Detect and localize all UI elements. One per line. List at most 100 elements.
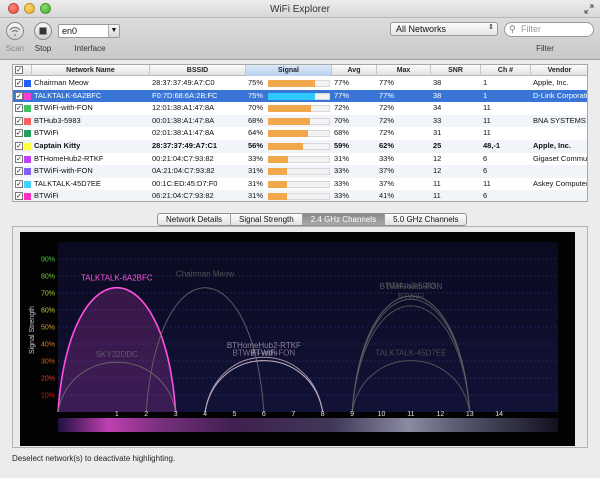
tab-network-details[interactable]: Network Details xyxy=(158,214,232,225)
scan-label: Scan xyxy=(5,44,25,53)
table-row[interactable]: ✓ TALKTALK-6A2BFC F0:7D:68:6A:2B:FC 75% 77% 7… xyxy=(13,89,587,103)
series-label: BTWiFi xyxy=(398,292,424,301)
cell-ch: 11 xyxy=(483,178,491,188)
cell-name: TALKTALK-6A2BFC xyxy=(34,90,102,100)
signal-bar xyxy=(268,155,289,163)
status-text: Deselect network(s) to deactivate highli… xyxy=(12,454,176,463)
cell-bssid: 02:01:38:A1:47:8A xyxy=(152,128,215,138)
col-select-all[interactable]: ✓ xyxy=(13,65,32,76)
cell-ch: 48,-1 xyxy=(483,141,501,150)
table-row[interactable]: ✓ BTHub3-5983 00:01:38:A1:47:8A 68% 70% 72% 33… xyxy=(13,114,587,128)
table-row[interactable]: ✓ Chairman Meow 28:37:37:49:A7:C0 75% 77% 77%… xyxy=(13,77,587,90)
interface-combo[interactable]: en0 ▼ xyxy=(58,24,120,38)
col-network-name[interactable]: Network Name xyxy=(32,65,150,76)
cell-signal: 33% xyxy=(248,153,264,163)
row-checkbox[interactable]: ✓ xyxy=(15,104,23,113)
signal-bar xyxy=(268,143,303,150)
x-tick-label: 4 xyxy=(203,411,207,418)
col-vendor[interactable]: Vendor xyxy=(531,65,587,76)
cell-snr: 12 xyxy=(433,166,442,176)
table-row[interactable]: ✓ BTWiFi-with-FON 0A:21:04:C7:93:82 31% 33% 3… xyxy=(13,165,587,178)
table-row[interactable]: ✓ TALKTALK-45D7EE 00:1C:ED:45:D7:F0 31% 33% 3… xyxy=(13,178,587,191)
y-tick-label: 80% xyxy=(41,274,55,281)
network-color-swatch[interactable] xyxy=(24,117,31,125)
cell-avg: 77% xyxy=(334,90,350,100)
y-tick-label: 20% xyxy=(41,376,55,383)
select-all-checkbox[interactable]: ✓ xyxy=(15,66,23,74)
table-row[interactable]: ✓ BTHomeHub2-RTKF 00:21:04:C7:93:82 33% 31% 3… xyxy=(13,153,587,166)
series-label: BTHub3-5983 xyxy=(386,281,436,290)
cell-name: BTWiFi xyxy=(34,191,59,201)
network-color-swatch[interactable] xyxy=(24,105,31,113)
row-checkbox[interactable]: ✓ xyxy=(15,79,23,87)
y-tick-label: 50% xyxy=(41,325,55,332)
tab-5-0-ghz-channels[interactable]: 5.0 GHz Channels xyxy=(385,214,467,225)
cell-ch: 6 xyxy=(483,191,488,201)
table-row[interactable]: ✓ Captain Kitty 28:37:37:49:A7:C1 56% 59% 62%… xyxy=(13,140,587,153)
network-color-swatch[interactable] xyxy=(24,130,31,138)
y-tick-label: 40% xyxy=(41,342,55,349)
networks-table[interactable]: ✓ Network Name BSSID Signal Avg Max SNR … xyxy=(12,64,588,202)
row-checkbox[interactable]: ✓ xyxy=(15,179,23,188)
cell-max: 72% xyxy=(379,115,395,125)
x-tick-label: 13 xyxy=(466,411,474,418)
cell-snr: 31 xyxy=(433,128,442,138)
y-axis-label: Signal Strength xyxy=(29,306,36,354)
cell-name: Captain Kitty xyxy=(34,141,81,150)
row-checkbox[interactable]: ✓ xyxy=(15,167,23,176)
updown-arrows-icon: ⇕ xyxy=(488,24,494,31)
row-checkbox[interactable]: ✓ xyxy=(15,192,23,201)
col-signal[interactable]: Signal xyxy=(246,65,332,76)
x-tick-label: 12 xyxy=(436,411,444,418)
cell-bssid: 28:37:37:49:A7:C0 xyxy=(152,78,215,87)
table-row[interactable]: ✓ BTWiFi 02:01:38:A1:47:8A 64% 68% 72% 31 11 xyxy=(13,127,587,140)
stop-label: Stop xyxy=(34,44,52,53)
tab-2-4-ghz-channels[interactable]: 2.4 GHz Channels xyxy=(302,214,386,225)
channel-chart: TALKTALK-6A2BFC Chairman Meow SKY32DDC BTWi… xyxy=(20,232,575,446)
signal-bar xyxy=(268,193,288,201)
col-avg[interactable]: Avg xyxy=(332,65,377,76)
table-row[interactable]: ✓ BTWiFi-with-FON 12:01:38:A1:47:8A 70% 72% 7… xyxy=(13,102,587,115)
row-checkbox[interactable]: ✓ xyxy=(15,116,23,125)
cell-avg: 33% xyxy=(334,166,350,176)
stop-button[interactable] xyxy=(34,22,52,40)
cell-snr: 12 xyxy=(433,153,442,163)
cell-ch: 11 xyxy=(483,115,491,125)
cell-snr: 38 xyxy=(433,90,442,100)
row-checkbox[interactable]: ✓ xyxy=(15,91,23,100)
col-channel[interactable]: Ch # xyxy=(481,65,531,76)
cell-snr: 38 xyxy=(433,78,442,87)
col-bssid[interactable]: BSSID xyxy=(150,65,246,76)
network-color-swatch[interactable] xyxy=(24,193,31,201)
row-checkbox[interactable]: ✓ xyxy=(15,154,23,163)
network-color-swatch[interactable] xyxy=(24,80,31,87)
row-checkbox[interactable]: ✓ xyxy=(15,129,23,138)
x-tick-label: 6 xyxy=(262,411,266,418)
col-max[interactable]: Max xyxy=(377,65,431,76)
fullscreen-icon[interactable] xyxy=(584,4,594,14)
scan-button[interactable] xyxy=(6,22,24,40)
cell-max: 62% xyxy=(379,141,395,150)
network-color-swatch[interactable] xyxy=(24,168,31,176)
interface-label: Interface xyxy=(74,44,106,53)
y-tick-label: 90% xyxy=(41,257,55,264)
networks-filter-select[interactable]: All Networks ⇕ xyxy=(390,22,498,36)
table-row[interactable]: ✓ BTWiFi 06:21:04:C7:93:82 31% 33% 41% 11 6 xyxy=(13,190,587,201)
cell-vendor: Apple, Inc. xyxy=(533,78,569,87)
cell-snr: 33 xyxy=(433,115,442,125)
cell-name: BTWiFi-with-FON xyxy=(34,103,93,113)
series-label: BTWiFi xyxy=(251,348,277,357)
network-color-swatch[interactable] xyxy=(24,143,31,150)
signal-bar xyxy=(268,130,308,138)
row-checkbox[interactable]: ✓ xyxy=(15,142,23,150)
col-snr[interactable]: SNR xyxy=(431,65,481,76)
network-color-swatch[interactable] xyxy=(24,92,31,100)
network-color-swatch[interactable] xyxy=(24,180,31,188)
network-color-swatch[interactable] xyxy=(24,155,31,163)
chevron-down-icon[interactable]: ▼ xyxy=(108,25,119,37)
cell-ch: 6 xyxy=(483,153,488,163)
filter-search-input[interactable]: ⚲ Filter xyxy=(504,22,594,37)
x-tick-label: 8 xyxy=(321,411,325,418)
tab-signal-strength[interactable]: Signal Strength xyxy=(231,214,303,225)
networks-filter-value: All Networks xyxy=(396,24,447,34)
